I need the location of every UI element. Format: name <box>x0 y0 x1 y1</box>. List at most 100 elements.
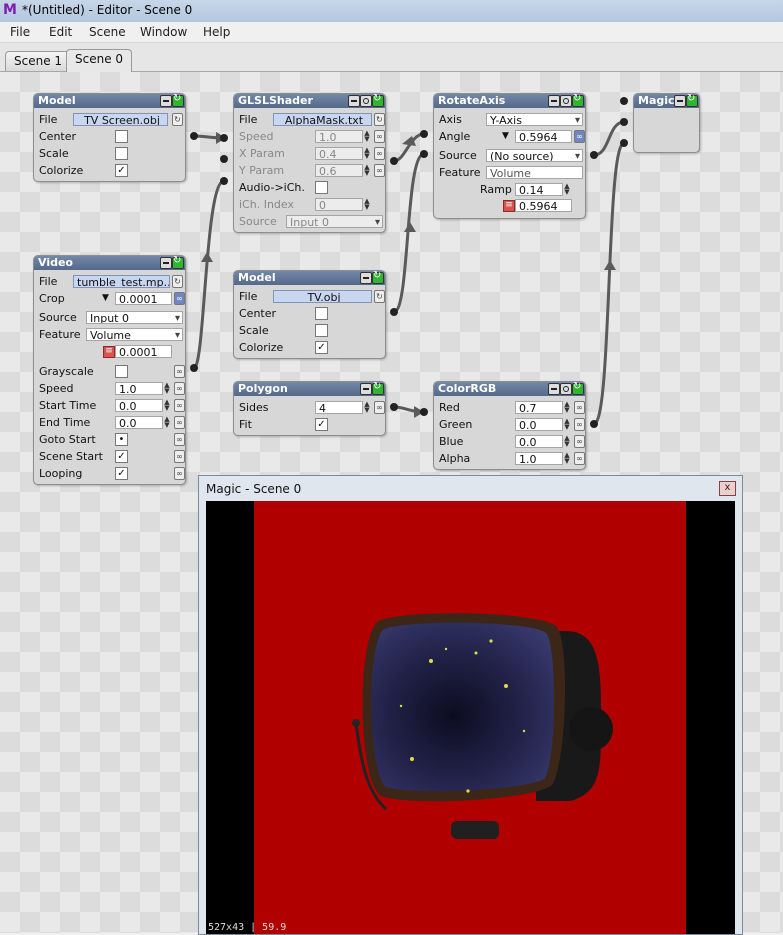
tab-scene-1[interactable]: Scene 1 <box>5 51 72 71</box>
node-model[interactable]: Model File TV.obj ↻ Center Scale Coloriz… <box>233 270 386 359</box>
node-glslshader[interactable]: GLSLShader File AlphaMask.txt ↻ Speed 1.… <box>233 93 386 233</box>
axis-select[interactable]: Y-Axis <box>486 113 583 126</box>
spinner-icon[interactable]: ▲ ▼ <box>563 435 571 448</box>
speed-field[interactable]: 1.0 <box>315 130 363 143</box>
scale-checkbox[interactable] <box>115 147 128 160</box>
grayscale-checkbox[interactable] <box>115 365 128 378</box>
refresh-icon[interactable] <box>572 93 584 107</box>
minimize-icon[interactable] <box>360 272 372 284</box>
link-icon[interactable]: ∞ <box>174 416 185 429</box>
options-icon[interactable] <box>560 95 572 107</box>
crop-field[interactable]: 0.0001 <box>115 292 172 305</box>
node-model[interactable]: Model File TV Screen.obj ↻ Center Scale … <box>33 93 186 182</box>
source-select[interactable]: Input 0 <box>86 311 183 324</box>
colorize-checkbox[interactable]: ✓ <box>315 341 328 354</box>
minimize-icon[interactable] <box>548 95 560 107</box>
link-icon[interactable]: ↻ <box>172 275 183 288</box>
menu-file[interactable]: File <box>10 25 30 39</box>
node-polygon[interactable]: Polygon Sides 4 ▲▼ ∞ Fit ✓ <box>233 381 386 436</box>
source-select[interactable]: Input 0 <box>286 215 383 228</box>
green-field[interactable]: 0.0 <box>515 418 563 431</box>
link-icon[interactable]: ∞ <box>174 365 185 378</box>
equalizer-icon[interactable]: ≡ <box>103 346 115 358</box>
link-icon[interactable]: ∞ <box>374 147 385 160</box>
refresh-icon[interactable] <box>572 381 584 395</box>
link-icon[interactable]: ∞ <box>174 382 185 395</box>
link-icon[interactable]: ∞ <box>374 164 385 177</box>
refresh-icon[interactable] <box>372 381 384 395</box>
source-select[interactable]: (No source) <box>486 149 583 162</box>
refresh-icon[interactable] <box>372 93 384 107</box>
spinner-icon[interactable]: ▲ ▼ <box>163 399 171 412</box>
x-param-field[interactable]: 0.4 <box>315 147 363 160</box>
menu-scene[interactable]: Scene <box>89 25 126 39</box>
red-field[interactable]: 0.7 <box>515 401 563 414</box>
link-icon[interactable]: ↻ <box>374 290 385 303</box>
options-icon[interactable] <box>360 95 372 107</box>
spinner-icon[interactable]: ▲ ▼ <box>363 401 371 414</box>
minimize-icon[interactable] <box>160 257 172 269</box>
equalizer-icon[interactable]: ≡ <box>503 200 515 212</box>
angle-field[interactable]: 0.5964 <box>515 130 572 143</box>
minimize-icon[interactable] <box>160 95 172 107</box>
magic-output-window[interactable]: Magic - Scene 0 x 527x43 | 59.9 <box>198 475 743 935</box>
link-icon[interactable]: ∞ <box>574 401 585 414</box>
minimize-icon[interactable] <box>348 95 360 107</box>
dropdown-arrow-icon[interactable]: ▼ <box>502 131 509 141</box>
looping-checkbox[interactable]: ✓ <box>115 467 128 480</box>
file-field[interactable]: TV Screen.obj <box>73 113 168 126</box>
start-time-field[interactable]: 0.0 <box>115 399 163 412</box>
render-viewport[interactable]: 527x43 | 59.9 <box>206 501 735 934</box>
options-icon[interactable] <box>560 383 572 395</box>
scene-start-checkbox[interactable]: ✓ <box>115 450 128 463</box>
minimize-icon[interactable] <box>360 383 372 395</box>
link-icon[interactable]: ∞ <box>374 401 385 414</box>
link-icon[interactable]: ∞ <box>174 450 185 463</box>
feature-value[interactable]: 0.0001 <box>115 345 172 358</box>
spinner-icon[interactable]: ▲ ▼ <box>363 164 371 177</box>
node-magic[interactable]: Magic <box>633 93 700 153</box>
link-icon[interactable]: ∞ <box>174 292 185 305</box>
spinner-icon[interactable]: ▲ ▼ <box>363 147 371 160</box>
link-icon[interactable]: ∞ <box>174 433 185 446</box>
ramp-field[interactable]: 0.14 <box>515 183 563 196</box>
spinner-icon[interactable]: ▲ ▼ <box>363 198 371 211</box>
file-field[interactable]: TV.obj <box>273 290 372 303</box>
blue-field[interactable]: 0.0 <box>515 435 563 448</box>
menu-window[interactable]: Window <box>140 25 187 39</box>
link-icon[interactable]: ∞ <box>174 399 185 412</box>
dropdown-arrow-icon[interactable]: ▼ <box>102 293 109 303</box>
spinner-icon[interactable]: ▲ ▼ <box>563 401 571 414</box>
spinner-icon[interactable]: ▲ ▼ <box>163 416 171 429</box>
spinner-icon[interactable]: ▲ ▼ <box>563 452 571 465</box>
file-field[interactable]: tumble_test.mp... <box>73 275 170 288</box>
node-colorrgb[interactable]: ColorRGB Red 0.7 ▲▼ ∞ Green 0.0 ▲▼ ∞ Blu… <box>433 381 586 470</box>
menu-help[interactable]: Help <box>203 25 230 39</box>
spinner-icon[interactable]: ▲ ▼ <box>563 183 571 196</box>
center-checkbox[interactable] <box>115 130 128 143</box>
refresh-icon[interactable] <box>686 93 698 107</box>
fit-checkbox[interactable]: ✓ <box>315 418 328 431</box>
feature-select[interactable]: Volume <box>86 328 183 341</box>
feature-field[interactable]: Volume <box>486 166 583 179</box>
tab-scene-0[interactable]: Scene 0 <box>66 49 133 72</box>
link-icon[interactable]: ∞ <box>174 467 185 480</box>
spinner-icon[interactable]: ▲ ▼ <box>363 130 371 143</box>
y-param-field[interactable]: 0.6 <box>315 164 363 177</box>
colorize-checkbox[interactable]: ✓ <box>115 164 128 177</box>
link-icon[interactable]: ∞ <box>574 435 585 448</box>
end-time-field[interactable]: 0.0 <box>115 416 163 429</box>
node-video[interactable]: Video File tumble_test.mp... ↻ Crop ▼ 0.… <box>33 255 186 485</box>
link-icon[interactable]: ∞ <box>574 130 585 143</box>
ich-index-field[interactable]: 0 <box>315 198 363 211</box>
center-checkbox[interactable] <box>315 307 328 320</box>
scale-checkbox[interactable] <box>315 324 328 337</box>
spinner-icon[interactable]: ▲ ▼ <box>563 418 571 431</box>
spinner-icon[interactable]: ▲ ▼ <box>163 382 171 395</box>
goto-start-button[interactable]: • <box>115 433 128 446</box>
link-icon[interactable]: ∞ <box>574 452 585 465</box>
link-icon[interactable]: ∞ <box>574 418 585 431</box>
minimize-icon[interactable] <box>674 95 686 107</box>
sides-field[interactable]: 4 <box>315 401 363 414</box>
refresh-icon[interactable] <box>372 270 384 284</box>
